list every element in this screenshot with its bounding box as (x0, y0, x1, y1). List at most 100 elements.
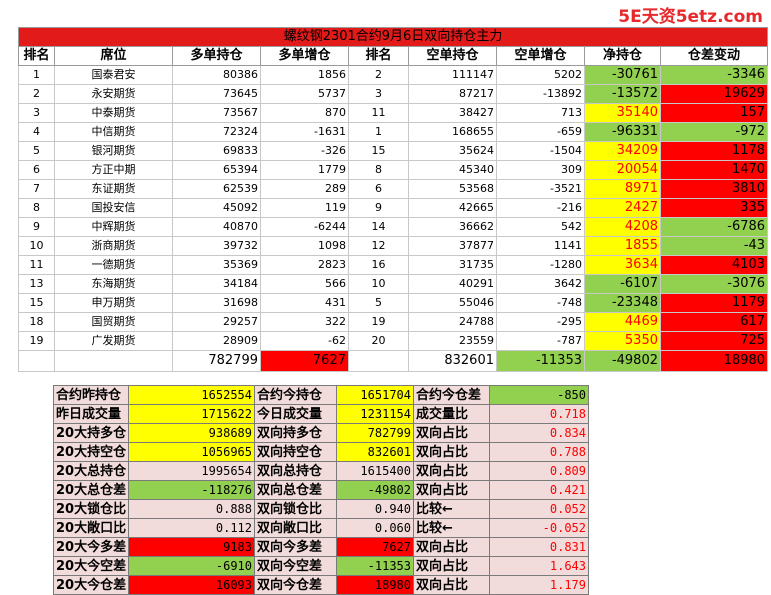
summary-label: 双向占比 (413, 423, 490, 443)
rank-cell: 18 (18, 312, 55, 332)
rank-cell: 15 (18, 293, 55, 313)
summary-value: 0.788 (489, 442, 589, 462)
diff-cell: -3346 (659, 65, 769, 85)
rank-cell: 11 (18, 255, 55, 275)
header-row: 排名 席位 多单持仓 多单增仓 排名 空单持仓 空单增仓 净持仓 仓差变动 (18, 46, 769, 66)
long-change-cell: 431 (260, 293, 349, 313)
seat-cell: 广发期货 (54, 331, 173, 351)
table-row: 18 国贸期货 29257 322 19 24788 -295 4469 617 (18, 312, 769, 332)
long-change-cell: 2823 (260, 255, 349, 275)
short-cell: 111147 (408, 65, 497, 85)
total-diff: 18980 (659, 350, 769, 372)
short-cell: 168655 (408, 122, 497, 142)
total-short: 832601 (408, 350, 497, 372)
rank-cell: 9 (18, 217, 55, 237)
short-change-cell: -13892 (496, 84, 585, 104)
long-change-cell: -62 (260, 331, 349, 351)
summary-label: 20大持空仓 (53, 442, 129, 462)
diff-cell: 3810 (659, 179, 769, 199)
long-cell: 72324 (172, 122, 261, 142)
diff-cell: 19629 (659, 84, 769, 104)
long-change-cell: 870 (260, 103, 349, 123)
long-cell: 34184 (172, 274, 261, 294)
total-short-change: -11353 (496, 350, 585, 372)
summary-label: 20大今仓差 (53, 575, 129, 595)
summary-row: 20大持多仓 938689 双向持多仓 782799 双向占比 0.834 (53, 423, 589, 443)
table-row: 15 申万期货 31698 431 5 55046 -748 -23348 1179 (18, 293, 769, 313)
table-row: 2 永安期货 73645 5737 3 87217 -13892 -13572 19629 (18, 84, 769, 104)
rank-cell: 8 (18, 198, 55, 218)
long-cell: 31698 (172, 293, 261, 313)
summary-label: 双向锁仓比 (254, 499, 337, 519)
diff-cell: -972 (659, 122, 769, 142)
seat-cell: 永安期货 (54, 84, 173, 104)
table-row: 6 方正中期 65394 1779 8 45340 309 20054 1470 (18, 160, 769, 180)
short-rank-cell: 3 (348, 84, 409, 104)
summary-row: 20大持空仓 1056965 双向持空仓 832601 双向占比 0.788 (53, 442, 589, 462)
net-cell: 8971 (584, 179, 661, 199)
net-cell: 3634 (584, 255, 661, 275)
long-cell: 28909 (172, 331, 261, 351)
summary-value: 782799 (336, 423, 414, 443)
summary-label: 双向占比 (413, 461, 490, 481)
short-cell: 42665 (408, 198, 497, 218)
diff-cell: 1179 (659, 293, 769, 313)
long-change-cell: -326 (260, 141, 349, 161)
long-cell: 29257 (172, 312, 261, 332)
col-header-rank: 排名 (18, 46, 55, 66)
summary-value: 1995654 (128, 461, 255, 481)
col-header-long-change: 多单增仓 (260, 46, 349, 66)
col-header-short-rank: 排名 (348, 46, 409, 66)
summary-label: 20大总仓差 (53, 480, 129, 500)
summary-label: 双向总仓差 (254, 480, 337, 500)
table-row: 8 国投安信 45092 119 9 42665 -216 2427 335 (18, 198, 769, 218)
summary-value: 832601 (336, 442, 414, 462)
summary-label: 双向今空差 (254, 556, 337, 576)
summary-row: 20大今仓差 16093 双向今仓差 18980 双向占比 1.179 (53, 575, 589, 595)
summary-value: 9183 (128, 537, 255, 557)
diff-cell: 1178 (659, 141, 769, 161)
long-cell: 35369 (172, 255, 261, 275)
table-row: 11 一德期货 35369 2823 16 31735 -1280 3634 4103 (18, 255, 769, 275)
summary-value: -6910 (128, 556, 255, 576)
long-change-cell: 1856 (260, 65, 349, 85)
table-row: 9 中辉期货 40870 -6244 14 36662 542 4208 -6786 (18, 217, 769, 237)
summary-value: -850 (489, 385, 589, 405)
summary-label: 合约今持仓 (254, 385, 337, 405)
long-change-cell: 322 (260, 312, 349, 332)
seat-cell: 东海期货 (54, 274, 173, 294)
short-change-cell: -787 (496, 331, 585, 351)
short-rank-cell: 10 (348, 274, 409, 294)
short-cell: 37877 (408, 236, 497, 256)
rank-cell: 1 (18, 65, 55, 85)
table-row: 1 国泰君安 80386 1856 2 111147 5202 -30761 -3346 (18, 65, 769, 85)
summary-value: -0.052 (489, 518, 589, 538)
summary-label: 双向今仓差 (254, 575, 337, 595)
summary-value: 0.718 (489, 404, 589, 424)
short-rank-cell: 1 (348, 122, 409, 142)
summary-value: 1.643 (489, 556, 589, 576)
long-cell: 40870 (172, 217, 261, 237)
summary-value: -118276 (128, 480, 255, 500)
diff-cell: 617 (659, 312, 769, 332)
summary-value: 0.834 (489, 423, 589, 443)
rank-cell: 2 (18, 84, 55, 104)
short-rank-cell: 8 (348, 160, 409, 180)
short-rank-cell: 20 (348, 331, 409, 351)
seat-cell: 国贸期货 (54, 312, 173, 332)
summary-value: 1651704 (336, 385, 414, 405)
long-cell: 80386 (172, 65, 261, 85)
summary-label: 双向占比 (413, 556, 490, 576)
summary-label: 20大持多仓 (53, 423, 129, 443)
net-cell: -13572 (584, 84, 661, 104)
summary-label: 昨日成交量 (53, 404, 129, 424)
short-change-cell: -3521 (496, 179, 585, 199)
col-header-long: 多单持仓 (172, 46, 261, 66)
rank-cell: 6 (18, 160, 55, 180)
summary-value: 7627 (336, 537, 414, 557)
net-cell: 2427 (584, 198, 661, 218)
short-cell: 23559 (408, 331, 497, 351)
net-cell: 20054 (584, 160, 661, 180)
summary-label: 成交量比 (413, 404, 490, 424)
summary-value: 1715622 (128, 404, 255, 424)
